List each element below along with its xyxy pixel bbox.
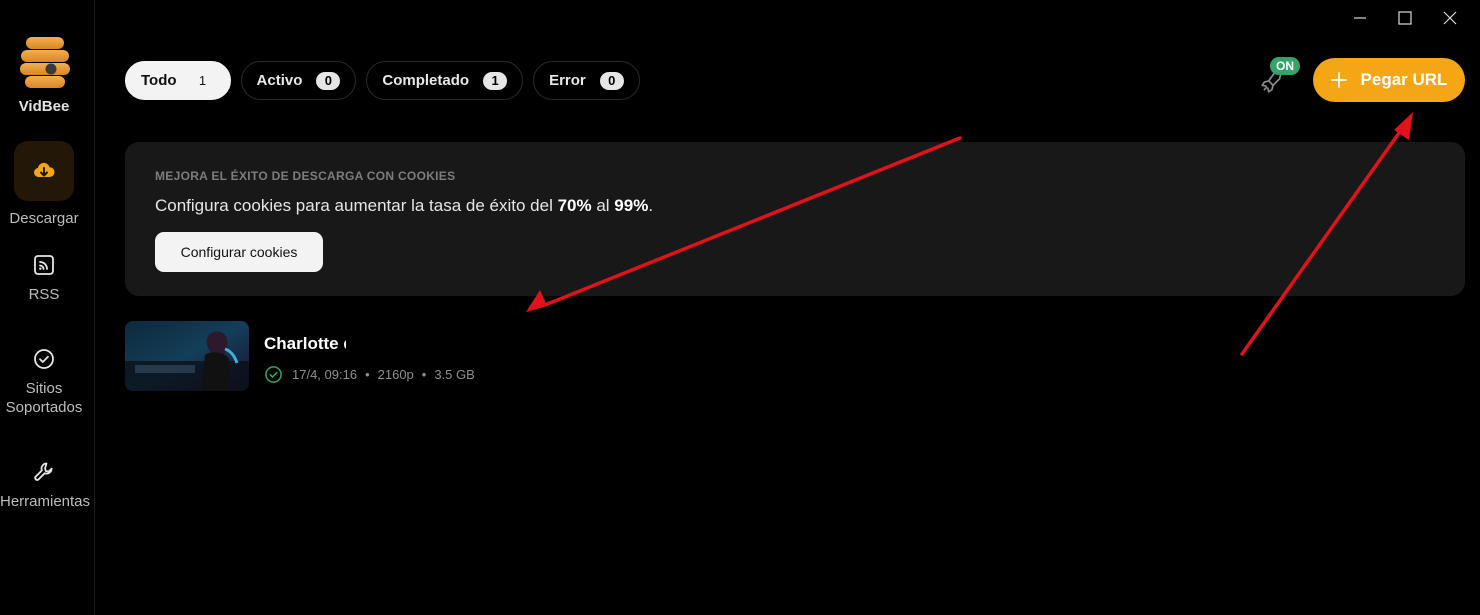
- tab-count: 1: [198, 73, 207, 88]
- meta-separator: •: [421, 367, 427, 382]
- video-thumbnail: [125, 321, 249, 391]
- minimize-button[interactable]: [1348, 6, 1372, 30]
- vidbee-logo-icon: [20, 37, 70, 88]
- boost-status-badge: ON: [1270, 57, 1300, 75]
- completed-check-icon: [265, 366, 282, 383]
- maximize-icon: [1398, 11, 1412, 25]
- tab-error[interactable]: Error 0: [533, 61, 640, 100]
- tab-todo[interactable]: Todo 1: [125, 61, 231, 100]
- tab-label: Todo: [141, 72, 177, 89]
- tab-count: 0: [599, 71, 624, 90]
- wrench-icon: [34, 462, 53, 481]
- check-circle-icon: [34, 349, 54, 369]
- cookie-text-after: .: [648, 196, 654, 215]
- cookie-banner: MEJORA EL ÉXITO DE DESCARGA CON COOKIES …: [125, 142, 1465, 296]
- minimize-icon: [1354, 17, 1366, 19]
- download-resolution: 2160p: [377, 367, 414, 382]
- filter-tabs: Todo 1 Activo 0 Completado 1 Error 0: [125, 61, 640, 100]
- sidebar-item-sitios-soportados[interactable]: Sitios Soportados: [0, 347, 88, 417]
- cookie-text-middle: al: [591, 196, 615, 215]
- tab-label: Error: [549, 72, 586, 89]
- maximize-button[interactable]: [1393, 6, 1417, 30]
- sidebar-item-descargar[interactable]: Descargar: [0, 141, 88, 228]
- tab-completado[interactable]: Completado 1: [366, 61, 524, 100]
- download-cloud-icon: [33, 162, 55, 178]
- success-rate-from: 70%: [557, 196, 592, 215]
- tab-count: 1: [483, 71, 508, 90]
- app-name: VidBee: [18, 98, 70, 115]
- sidebar: VidBee Descargar RSS Sitios Soportados H…: [0, 0, 95, 615]
- cookie-banner-text: Configura cookies para aumentar la tasa …: [155, 196, 653, 216]
- sidebar-item-label: Sitios Soportados: [5, 380, 83, 416]
- tab-label: Completado: [382, 72, 470, 89]
- sidebar-item-label: Herramientas: [0, 493, 91, 510]
- close-icon: [1443, 11, 1457, 25]
- meta-separator: •: [365, 367, 370, 382]
- download-date: 17/4, 09:16: [292, 367, 358, 382]
- sidebar-item-rss[interactable]: RSS: [0, 253, 88, 304]
- download-title: Charlotte d: [264, 334, 346, 353]
- download-size: 3.5 GB: [434, 367, 475, 382]
- sidebar-item-label: RSS: [28, 286, 60, 303]
- configure-cookies-button[interactable]: Configurar cookies: [155, 232, 323, 272]
- download-meta: 17/4, 09:16 • 2160p • 3.5 GB: [264, 365, 475, 384]
- sidebar-item-herramientas[interactable]: Herramientas: [0, 460, 91, 511]
- tab-activo[interactable]: Activo 0: [240, 61, 357, 100]
- close-button[interactable]: [1438, 6, 1462, 30]
- plus-icon: [1330, 72, 1347, 88]
- cookie-banner-title: MEJORA EL ÉXITO DE DESCARGA CON COOKIES: [155, 169, 456, 183]
- paste-url-button[interactable]: Pegar URL: [1313, 58, 1465, 102]
- tab-label: Activo: [256, 72, 303, 89]
- success-rate-to: 99%: [614, 196, 649, 215]
- sidebar-item-label: Descargar: [9, 210, 79, 227]
- rss-icon: [34, 255, 54, 275]
- download-list-item[interactable]: Charlotte d 17/4, 09:16 • 2160p • 3.5 GB: [125, 321, 725, 391]
- tab-count: 0: [316, 71, 341, 90]
- paste-url-label: Pegar URL: [1360, 70, 1448, 89]
- cookie-text-before: Configura cookies para aumentar la tasa …: [155, 196, 558, 215]
